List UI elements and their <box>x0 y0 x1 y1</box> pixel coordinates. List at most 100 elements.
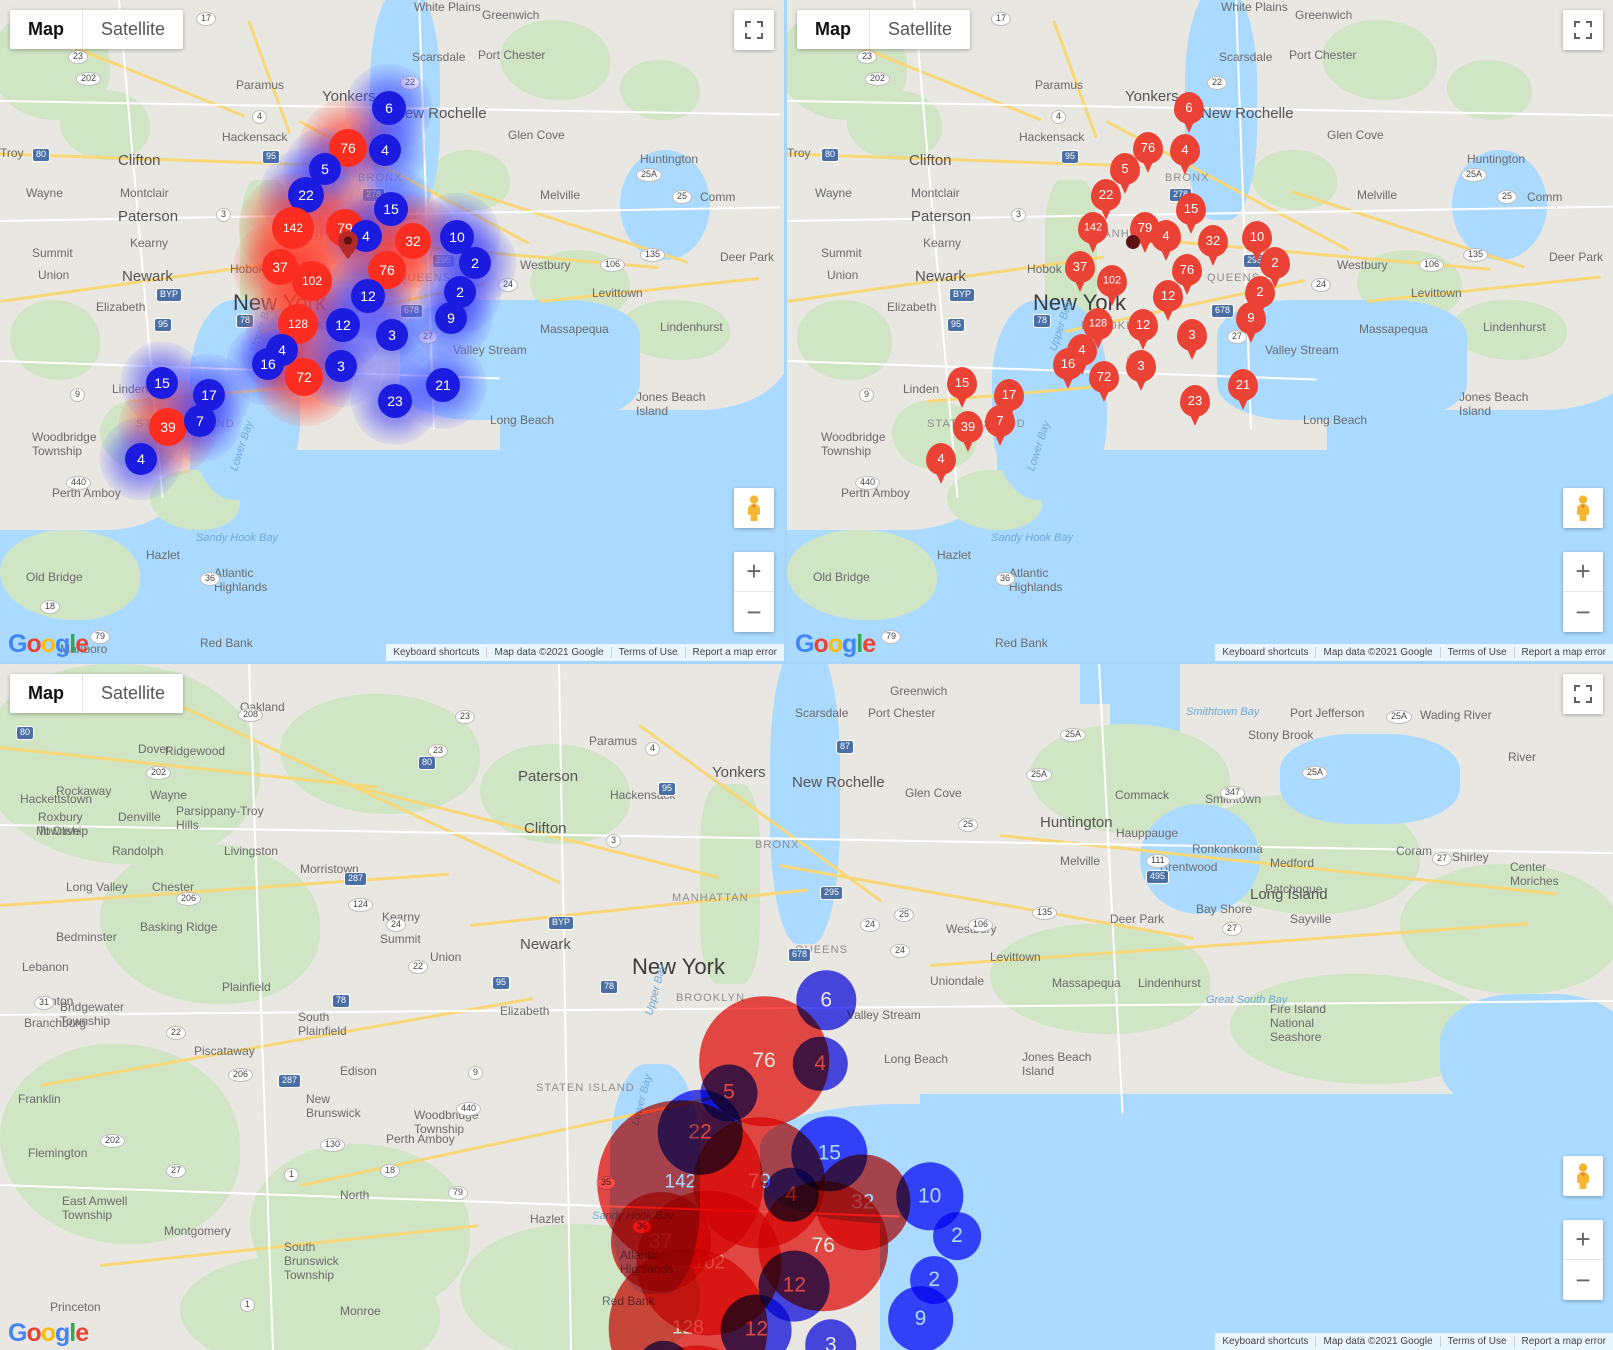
cluster-marker[interactable]: 15 <box>374 192 408 226</box>
terms-of-use-link[interactable]: Terms of Use <box>1439 647 1514 658</box>
bubble-marker[interactable]: 9 <box>887 1286 954 1350</box>
route-shield-202: 202 <box>76 72 102 86</box>
zoom-controls[interactable]: + − <box>734 552 774 632</box>
map-panel-clustered-heat[interactable]: New York Newark Yonkers New Rochelle Pat… <box>0 0 784 661</box>
pin-marker-count: 37 <box>1072 258 1088 274</box>
location-pin-marker[interactable]: 6 <box>1174 92 1204 124</box>
zoom-controls[interactable]: + − <box>1563 1220 1603 1300</box>
zoom-out-button[interactable]: − <box>734 592 774 632</box>
location-pin-marker[interactable]: 12 <box>1153 280 1183 312</box>
bubble-marker-count: 76 <box>752 1048 776 1072</box>
cluster-marker[interactable]: 3 <box>325 350 357 382</box>
location-pin-marker[interactable]: 22 <box>1091 179 1121 211</box>
cluster-marker[interactable]: 39 <box>149 408 187 446</box>
cluster-marker[interactable]: 72 <box>285 358 323 396</box>
location-pin-marker[interactable]: 142 <box>1078 212 1108 244</box>
location-pin-marker[interactable]: 72 <box>1089 361 1119 393</box>
route-shield-4: 4 <box>252 110 268 124</box>
fullscreen-button[interactable] <box>1563 674 1603 714</box>
fullscreen-button[interactable] <box>734 10 774 50</box>
cluster-marker[interactable]: 12 <box>351 279 385 313</box>
cluster-marker[interactable]: 4 <box>125 443 157 475</box>
zoom-in-button[interactable]: + <box>1563 1220 1603 1260</box>
terms-of-use-link[interactable]: Terms of Use <box>1439 1336 1514 1347</box>
keyboard-shortcuts-link[interactable]: Keyboard shortcuts <box>386 647 486 658</box>
cluster-marker[interactable]: 6 <box>372 91 406 125</box>
location-pin-marker[interactable]: 3 <box>1126 350 1156 382</box>
location-pin-marker[interactable]: 4 <box>926 443 956 475</box>
cluster-marker-count: 72 <box>296 369 312 385</box>
report-map-error-link[interactable]: Report a map error <box>1513 1336 1613 1347</box>
bubble-marker-count: 76 <box>811 1234 835 1258</box>
zoom-out-button[interactable]: − <box>1563 1260 1603 1300</box>
keyboard-shortcuts-link[interactable]: Keyboard shortcuts <box>1215 1336 1315 1347</box>
map-type-toggle[interactable]: Map Satellite <box>797 10 971 49</box>
cluster-marker[interactable]: 9 <box>435 302 467 334</box>
terms-of-use-link[interactable]: Terms of Use <box>610 647 685 658</box>
cluster-marker-count: 3 <box>337 358 345 374</box>
cluster-marker[interactable]: 21 <box>426 368 460 402</box>
pin-head: 3 <box>1177 319 1207 351</box>
cluster-marker[interactable]: 16 <box>252 348 284 380</box>
cluster-marker[interactable]: 15 <box>146 367 178 399</box>
location-pin-marker[interactable]: 4 <box>1170 134 1200 166</box>
keyboard-shortcuts-link[interactable]: Keyboard shortcuts <box>1215 647 1315 658</box>
location-pin-marker[interactable]: 39 <box>953 411 983 443</box>
selected-location-pin[interactable] <box>1124 233 1142 256</box>
location-pin-marker[interactable]: 16 <box>1053 348 1083 380</box>
zoom-out-button[interactable]: − <box>1563 592 1603 632</box>
cluster-marker[interactable]: 12 <box>326 308 360 342</box>
location-pin-marker[interactable]: 23 <box>1180 385 1210 417</box>
zoom-in-button[interactable]: + <box>734 552 774 592</box>
route-shield-208: 208 <box>238 708 264 722</box>
street-view-pegman-button[interactable] <box>1563 1156 1603 1196</box>
map-type-map-button[interactable]: Map <box>10 674 82 713</box>
street-view-pegman-button[interactable] <box>734 488 774 528</box>
cluster-marker[interactable]: 32 <box>395 223 431 259</box>
location-pin-marker[interactable]: 32 <box>1198 225 1228 257</box>
location-pin-marker[interactable]: 2 <box>1260 247 1290 279</box>
report-map-error-link[interactable]: Report a map error <box>684 647 784 658</box>
cluster-marker[interactable]: 102 <box>292 261 332 301</box>
bubble-marker[interactable]: 2 <box>933 1211 981 1260</box>
map-type-map-button[interactable]: Map <box>10 10 82 49</box>
location-pin-marker[interactable]: 15 <box>947 367 977 399</box>
map-type-satellite-button[interactable]: Satellite <box>82 10 183 49</box>
location-pin-marker[interactable]: 12 <box>1128 309 1158 341</box>
fullscreen-icon <box>1574 685 1592 703</box>
pin-head: 23 <box>1180 385 1210 417</box>
street-view-pegman-button[interactable] <box>1563 488 1603 528</box>
location-pin-marker[interactable]: 37 <box>1065 251 1095 283</box>
map-type-map-button[interactable]: Map <box>797 10 869 49</box>
map-panel-pin-markers[interactable]: New York Newark Yonkers New Rochelle Pat… <box>787 0 1613 661</box>
fullscreen-button[interactable] <box>1563 10 1603 50</box>
pin-marker-count: 21 <box>1235 376 1251 392</box>
cluster-marker[interactable]: 23 <box>378 384 412 418</box>
pin-marker-count: 15 <box>954 374 970 390</box>
pin-marker-count: 2 <box>1256 283 1264 299</box>
location-pin-marker[interactable]: 9 <box>1236 302 1266 334</box>
pin-marker-count: 142 <box>1083 221 1103 234</box>
report-map-error-link[interactable]: Report a map error <box>1513 647 1613 658</box>
location-pin-marker[interactable]: 3 <box>1177 319 1207 351</box>
location-pin-marker[interactable]: 21 <box>1228 369 1258 401</box>
cluster-marker-count: 76 <box>340 140 356 156</box>
route-shield-17: 17 <box>196 12 217 26</box>
location-pin-marker[interactable]: 7 <box>985 405 1015 437</box>
cluster-marker[interactable]: 4 <box>369 134 401 166</box>
location-pin-marker[interactable]: 102 <box>1097 265 1127 297</box>
zoom-in-button[interactable]: + <box>1563 552 1603 592</box>
cluster-marker[interactable]: 7 <box>184 405 216 437</box>
cluster-marker[interactable]: 2 <box>459 247 491 279</box>
zoom-controls[interactable]: + − <box>1563 552 1603 632</box>
cluster-marker-count: 12 <box>360 288 376 304</box>
map-type-satellite-button[interactable]: Satellite <box>82 674 183 713</box>
cluster-marker[interactable]: 3 <box>376 319 408 351</box>
map-panel-bubble-overlay[interactable]: New York Newark Yonkers New Rochelle Pat… <box>0 664 1613 1350</box>
location-pin-marker[interactable]: 4 <box>1151 220 1181 252</box>
cluster-marker[interactable]: 142 <box>272 207 314 249</box>
selected-location-pin[interactable] <box>338 231 358 264</box>
map-type-satellite-button[interactable]: Satellite <box>869 10 970 49</box>
map-type-toggle[interactable]: Map Satellite <box>10 674 184 713</box>
map-type-toggle[interactable]: Map Satellite <box>10 10 184 49</box>
